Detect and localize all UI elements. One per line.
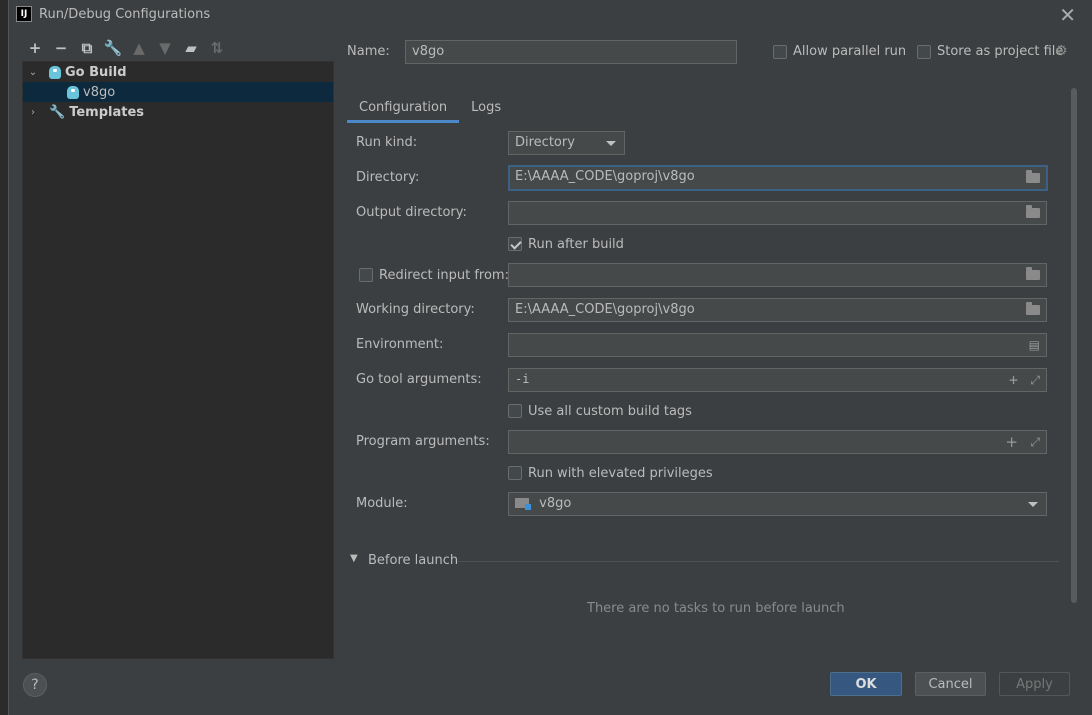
- move-up-icon[interactable]: ▲: [126, 38, 152, 58]
- tree-item-v8go[interactable]: v8go: [23, 82, 333, 102]
- cancel-button[interactable]: Cancel: [915, 672, 986, 696]
- program-arguments-field[interactable]: + ⤢: [508, 430, 1047, 454]
- before-launch-label[interactable]: Before launch: [368, 553, 458, 568]
- expand-icon[interactable]: ⤢: [1030, 373, 1040, 388]
- run-after-build-checkbox[interactable]: [508, 237, 522, 251]
- gopher-icon: [67, 85, 79, 99]
- before-launch-separator: [457, 561, 1059, 562]
- custom-build-tags-label: Use all custom build tags: [528, 404, 692, 419]
- tree-item-label: v8go: [83, 84, 116, 100]
- go-tool-arguments-label: Go tool arguments:: [356, 372, 482, 387]
- scrollbar[interactable]: [1071, 88, 1077, 603]
- tab-configuration[interactable]: Configuration: [347, 93, 460, 123]
- intellij-icon: IJ: [16, 6, 32, 22]
- run-after-build-label: Run after build: [528, 237, 624, 252]
- collapse-triangle-icon[interactable]: ▼: [350, 553, 358, 564]
- gear-icon[interactable]: ⚙: [1055, 43, 1068, 59]
- sort-icon[interactable]: ⇅: [204, 38, 230, 58]
- chevron-down-icon[interactable]: ⌄: [27, 67, 39, 78]
- plus-icon[interactable]: +: [1009, 371, 1018, 389]
- directory-label: Directory:: [356, 170, 420, 185]
- chevron-down-icon: [606, 141, 616, 146]
- config-tabs: Configuration Logs: [347, 93, 513, 123]
- new-folder-icon[interactable]: ▰: [178, 38, 204, 58]
- store-project-label: Store as project file: [937, 44, 1064, 59]
- elevated-privileges-checkbox[interactable]: [508, 466, 522, 480]
- document-icon[interactable]: ▤: [1029, 338, 1040, 352]
- directory-field[interactable]: E:\AAAA_CODE\goproj\v8go: [508, 165, 1048, 191]
- redirect-input-field[interactable]: [508, 263, 1047, 287]
- module-select[interactable]: v8go: [508, 492, 1047, 516]
- tree-group-label: Go Build: [65, 64, 127, 80]
- directory-value: E:\AAAA_CODE\goproj\v8go: [515, 169, 695, 184]
- elevated-privileges-label: Run with elevated privileges: [528, 466, 713, 481]
- folder-icon[interactable]: [1026, 170, 1040, 183]
- name-field[interactable]: v8go: [405, 40, 737, 64]
- tab-logs[interactable]: Logs: [459, 93, 513, 123]
- remove-configuration-button[interactable]: −: [48, 38, 74, 58]
- store-project-checkbox[interactable]: [917, 45, 931, 59]
- allow-parallel-checkbox[interactable]: [773, 45, 787, 59]
- folder-icon[interactable]: [1026, 302, 1040, 315]
- program-arguments-label: Program arguments:: [356, 434, 490, 449]
- plus-icon[interactable]: +: [1005, 433, 1018, 451]
- run-kind-select[interactable]: Directory: [508, 131, 625, 155]
- wrench-icon: 🔧: [49, 104, 66, 120]
- copy-icon[interactable]: ⧉: [74, 38, 100, 58]
- output-directory-label: Output directory:: [356, 205, 467, 220]
- help-button[interactable]: ?: [23, 673, 47, 697]
- folder-icon[interactable]: [1026, 267, 1040, 280]
- go-tool-arguments-field[interactable]: -i + ⤢: [508, 368, 1047, 392]
- module-icon: [515, 498, 531, 510]
- name-label: Name:: [347, 44, 390, 59]
- go-tool-arguments-value: -i: [515, 372, 530, 386]
- run-kind-value: Directory: [515, 135, 575, 150]
- run-kind-label: Run kind:: [356, 135, 418, 150]
- environment-label: Environment:: [356, 337, 444, 352]
- configuration-tree: ⌄ Go Build v8go › 🔧 Templates: [22, 61, 334, 659]
- close-icon[interactable]: ✕: [1059, 3, 1076, 27]
- working-directory-field[interactable]: E:\AAAA_CODE\goproj\v8go: [508, 298, 1047, 322]
- title-bar: IJ Run/Debug Configurations ✕: [9, 0, 1092, 30]
- environment-field[interactable]: ▤: [508, 333, 1047, 357]
- ok-button[interactable]: OK: [830, 672, 902, 696]
- redirect-input-label: Redirect input from:: [379, 268, 509, 283]
- chevron-down-icon: [1028, 502, 1038, 507]
- custom-build-tags-checkbox[interactable]: [508, 404, 522, 418]
- tree-group-templates[interactable]: › 🔧 Templates: [23, 102, 333, 122]
- redirect-input-checkbox[interactable]: [359, 268, 373, 282]
- tree-group-go-build[interactable]: ⌄ Go Build: [23, 62, 333, 82]
- allow-parallel-label: Allow parallel run: [793, 44, 907, 59]
- output-directory-field[interactable]: [508, 201, 1047, 225]
- expand-icon[interactable]: ⤢: [1030, 435, 1040, 450]
- module-label: Module:: [356, 496, 408, 511]
- module-value: v8go: [539, 496, 572, 511]
- dialog-title: Run/Debug Configurations: [39, 7, 211, 22]
- wrench-icon[interactable]: 🔧: [100, 38, 126, 58]
- no-tasks-message: There are no tasks to run before launch: [587, 601, 845, 616]
- run-debug-dialog: IJ Run/Debug Configurations ✕ + − ⧉ 🔧 ▲ …: [8, 0, 1092, 715]
- apply-button[interactable]: Apply: [999, 672, 1070, 696]
- folder-icon[interactable]: [1026, 205, 1040, 218]
- chevron-right-icon[interactable]: ›: [27, 107, 39, 118]
- working-directory-label: Working directory:: [356, 302, 475, 317]
- config-toolbar: + − ⧉ 🔧 ▲ ▼ ▰ ⇅: [22, 37, 230, 59]
- gopher-icon: [49, 65, 61, 79]
- tree-templates-label: Templates: [69, 104, 144, 120]
- move-down-icon[interactable]: ▼: [152, 38, 178, 58]
- add-configuration-button[interactable]: +: [22, 38, 48, 58]
- working-directory-value: E:\AAAA_CODE\goproj\v8go: [515, 302, 695, 317]
